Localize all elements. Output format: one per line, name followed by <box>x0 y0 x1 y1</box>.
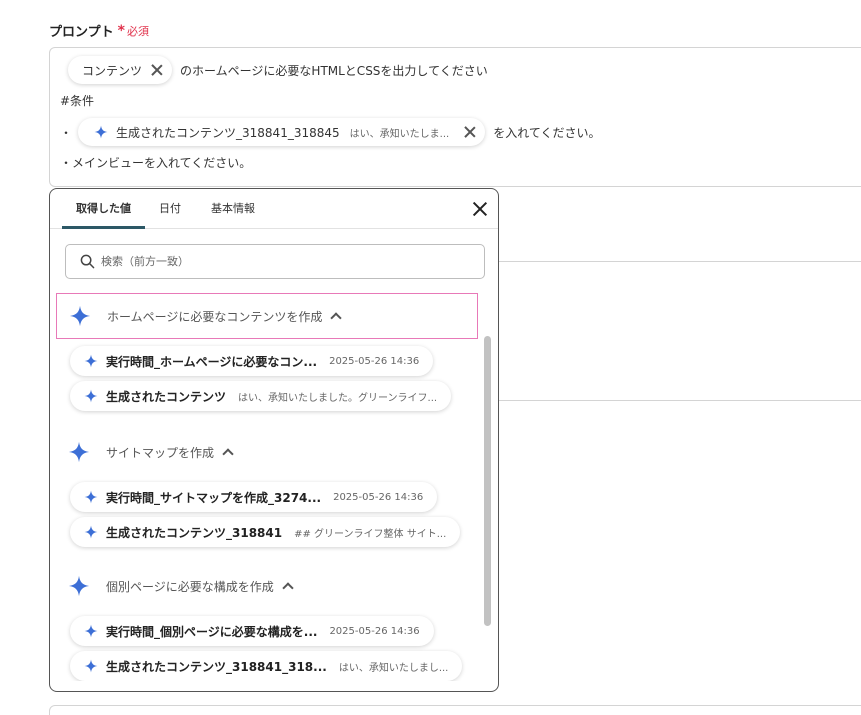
prompt-line-3: ・ 生成されたコンテンツ_318841_318845 はい、承知いたしま... … <box>60 118 600 146</box>
chevron-up-icon[interactable] <box>222 448 234 460</box>
group-header-sitemap[interactable]: サイトマップを作成 <box>56 429 478 475</box>
list-item[interactable]: 実行時間_個別ページに必要な構成を... 2025-05-26 14:36 <box>70 616 434 646</box>
chevron-up-icon[interactable] <box>282 582 294 594</box>
close-icon[interactable] <box>150 63 164 77</box>
background-field <box>49 705 861 715</box>
close-icon[interactable] <box>463 125 477 139</box>
sparkle-icon <box>69 305 91 327</box>
background-field-border <box>498 261 861 262</box>
list-item[interactable]: 生成されたコンテンツ_318841_318... はい、承知いたしまし... <box>70 651 463 681</box>
item-name: 実行時間_サイトマップを作成_3274... <box>106 490 322 505</box>
sparkle-icon <box>84 659 98 673</box>
value-picker-popup: 取得した値 日付 基本情報 ホームページに必要なコンテンツを作成 実行時間_ホー… <box>49 188 499 692</box>
item-meta: ## グリーンライフ整体 サイト... <box>294 528 447 540</box>
list-item[interactable]: 実行時間_サイトマップを作成_3274... 2025-05-26 14:36 <box>70 482 438 512</box>
item-name: 実行時間_ホームページに必要なコン... <box>106 354 318 369</box>
group-title: 個別ページに必要な構成を作成 <box>106 579 274 594</box>
item-meta: はい、承知いたしまし... <box>338 662 449 674</box>
picker-tabs: 取得した値 日付 基本情報 <box>50 189 498 229</box>
prompt-line-2: #条件 <box>60 92 94 108</box>
background-field-border <box>498 400 861 401</box>
prompt-editor[interactable]: コンテンツ のホームページに必要なHTMLとCSSを出力してください #条件 ・… <box>49 47 861 187</box>
search-input[interactable] <box>101 255 401 268</box>
group-title: サイトマップを作成 <box>106 445 215 460</box>
chip-label: コンテンツ <box>82 63 143 78</box>
bullet: ・ <box>60 125 73 140</box>
list-item[interactable]: 生成されたコンテンツ はい、承知いたしました。グリーンライフ... <box>70 381 452 411</box>
sparkle-icon <box>84 624 98 638</box>
tab-basic-info[interactable]: 基本情報 <box>203 189 263 229</box>
item-name: 生成されたコンテンツ_318841 <box>106 525 283 540</box>
variable-chip-generated-content[interactable]: 生成されたコンテンツ_318841_318845 はい、承知いたしま... <box>78 118 486 146</box>
prompt-text: #条件 <box>60 93 95 108</box>
sparkle-icon <box>84 490 98 504</box>
required-text: 必須 <box>126 24 149 38</box>
sparkle-icon <box>84 354 98 368</box>
value-list: ホームページに必要なコンテンツを作成 実行時間_ホームページに必要なコン... … <box>50 289 482 681</box>
close-icon[interactable] <box>472 201 488 217</box>
prompt-text: ・メインビューを入れてください。 <box>60 155 252 170</box>
item-meta: はい、承知いたしました。グリーンライフ... <box>238 392 438 404</box>
prompt-field-label: プロンプト * 必須 <box>49 21 149 41</box>
item-name: 実行時間_個別ページに必要な構成を... <box>106 624 318 639</box>
sparkle-icon <box>94 125 108 139</box>
sparkle-icon <box>68 575 90 597</box>
prompt-line-1: コンテンツ のホームページに必要なHTMLとCSSを出力してください <box>60 56 488 84</box>
item-meta: 2025-05-26 14:36 <box>329 625 420 637</box>
item-meta: 2025-05-26 14:36 <box>333 491 424 503</box>
chevron-up-icon[interactable] <box>330 312 343 324</box>
group-header-individual-pages[interactable]: 個別ページに必要な構成を作成 <box>56 563 478 609</box>
item-name: 生成されたコンテンツ <box>106 389 227 404</box>
sparkle-icon <box>84 525 98 539</box>
tab-acquired-values[interactable]: 取得した値 <box>62 189 145 229</box>
group-header-homepage-content[interactable]: ホームページに必要なコンテンツを作成 <box>56 293 478 339</box>
search-icon <box>80 254 95 269</box>
prompt-text: を入れてください。 <box>493 125 601 140</box>
prompt-line-4: ・メインビューを入れてください。 <box>60 154 251 170</box>
item-meta: 2025-05-26 14:36 <box>329 355 420 367</box>
search-box[interactable] <box>65 244 485 279</box>
tab-date[interactable]: 日付 <box>153 189 187 229</box>
variable-chip-content[interactable]: コンテンツ <box>68 56 173 84</box>
scrollbar[interactable] <box>484 292 492 682</box>
prompt-label-text: プロンプト <box>49 25 114 40</box>
required-mark: * <box>117 22 125 39</box>
item-name: 生成されたコンテンツ_318841_318... <box>106 659 327 674</box>
scrollbar-thumb[interactable] <box>484 336 491 626</box>
chip-preview: はい、承知いたしま... <box>349 128 450 140</box>
chip-label: 生成されたコンテンツ_318841_318845 <box>116 125 340 140</box>
sparkle-icon <box>84 389 98 403</box>
prompt-text: のホームページに必要なHTMLとCSSを出力してください <box>180 63 488 78</box>
sparkle-icon <box>68 441 90 463</box>
list-item[interactable]: 実行時間_ホームページに必要なコン... 2025-05-26 14:36 <box>70 346 434 376</box>
group-title: ホームページに必要なコンテンツを作成 <box>107 309 323 324</box>
list-item[interactable]: 生成されたコンテンツ_318841 ## グリーンライフ整体 サイト... <box>70 517 461 547</box>
